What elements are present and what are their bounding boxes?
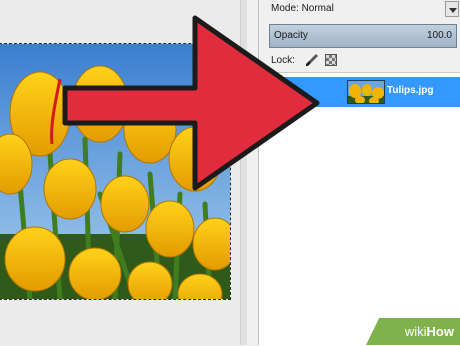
wikihow-watermark: wikiHow	[366, 318, 460, 345]
checkerboard-icon[interactable]	[325, 54, 337, 66]
watermark-wiki: wiki	[404, 324, 427, 339]
layer-name: Tulips.jpg	[387, 85, 434, 96]
watermark-how: How	[426, 324, 454, 339]
watermark-text: wikiHow	[405, 324, 454, 339]
opacity-value: 100.0	[426, 30, 452, 41]
chevron-down-icon[interactable]	[445, 1, 459, 17]
arrow-icon	[62, 15, 320, 191]
layer-thumbnail	[347, 80, 385, 104]
